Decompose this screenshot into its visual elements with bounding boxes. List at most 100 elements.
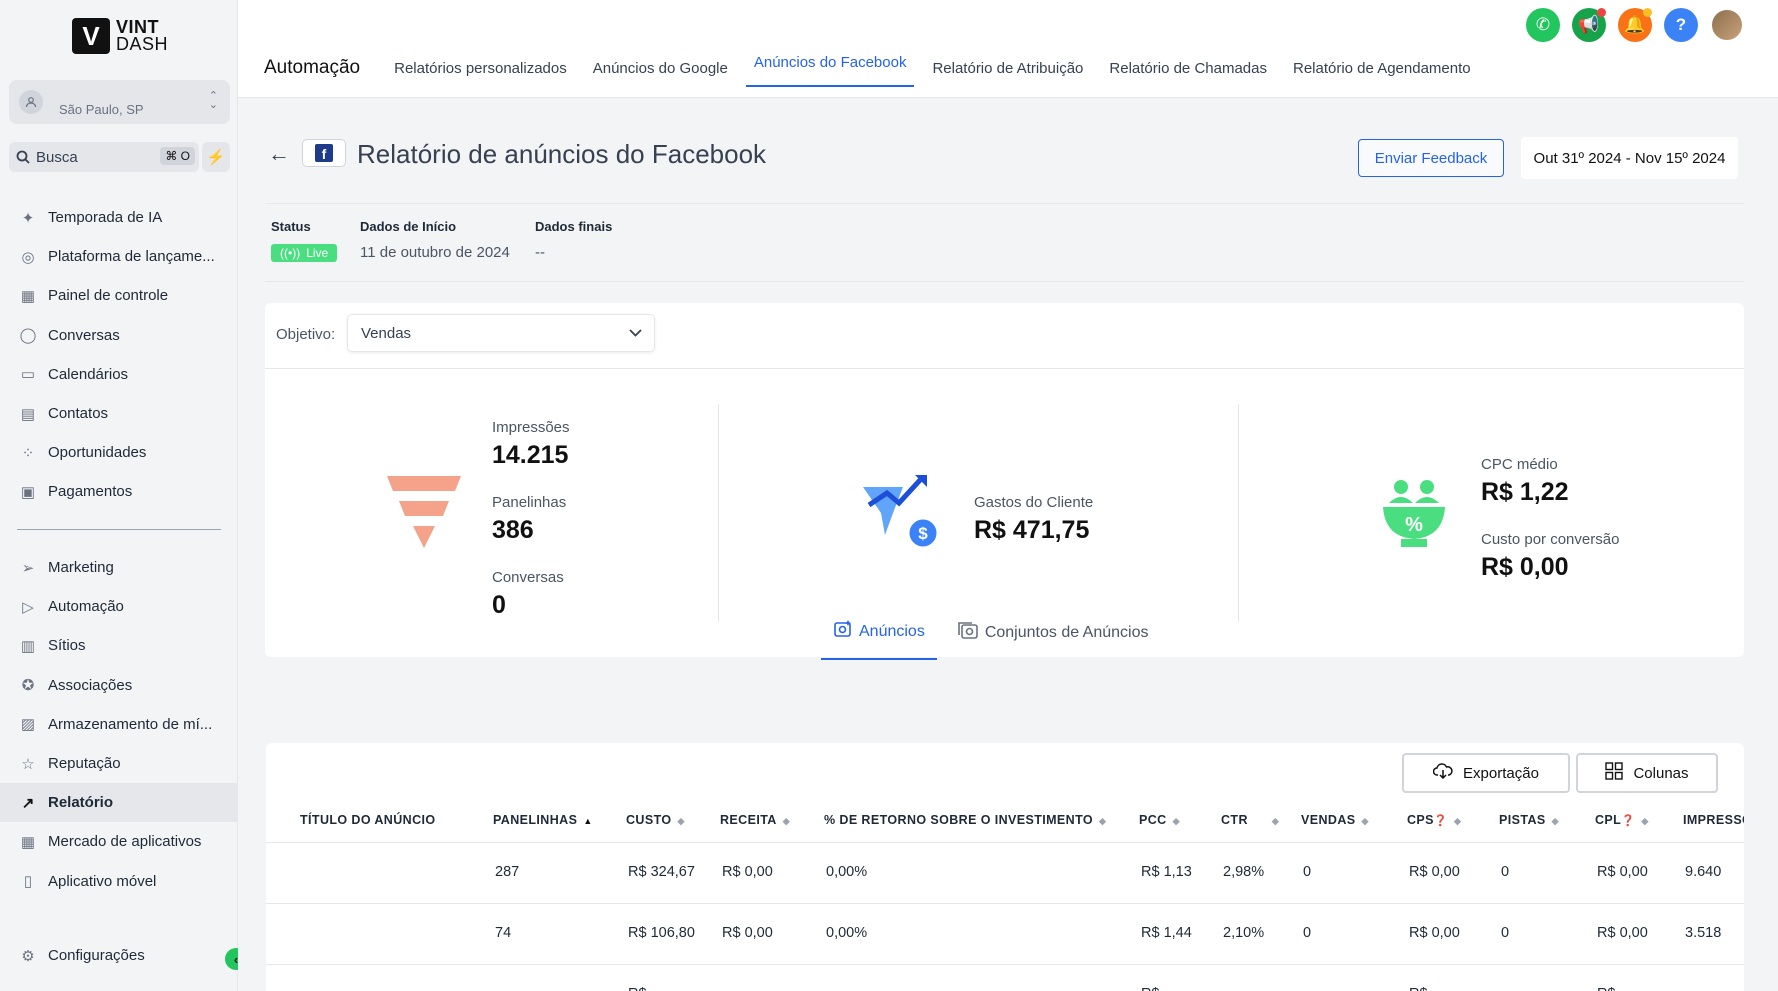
- avatar[interactable]: [1710, 8, 1744, 42]
- sidebar-item-calendars[interactable]: ▭ Calendários: [0, 355, 238, 394]
- col-ctr[interactable]: CTR ◆: [1217, 798, 1297, 842]
- col-sales[interactable]: Vendas ◆: [1297, 798, 1403, 842]
- tab-google-ads[interactable]: Anúncios do Google: [585, 60, 736, 87]
- website-icon: ▥: [20, 637, 36, 655]
- sort-icon[interactable]: ◆: [678, 816, 685, 826]
- export-button[interactable]: Exportação: [1402, 753, 1570, 793]
- columns-button[interactable]: Colunas: [1576, 753, 1718, 793]
- search-shortcut: ⌘ O: [160, 147, 195, 165]
- location-switcher[interactable]: São Paulo, SP ⌃ ⌄: [9, 80, 230, 124]
- sort-icon[interactable]: ◆: [1362, 816, 1369, 826]
- end-date-label: Dados finais: [535, 219, 613, 234]
- phone-icon[interactable]: ✆: [1526, 8, 1560, 42]
- tab-call-report[interactable]: Relatório de Chamadas: [1101, 60, 1275, 87]
- mobile-icon: ▯: [23, 873, 33, 891]
- search-input[interactable]: Busca ⌘ O: [9, 142, 199, 172]
- ad-set-icon: [957, 620, 979, 645]
- image-icon: ▨: [20, 716, 36, 734]
- notification-dot: [1597, 8, 1606, 17]
- help-circle-icon[interactable]: ❓: [1434, 815, 1448, 827]
- divider: [265, 203, 1744, 204]
- help-icon[interactable]: ?: [1664, 8, 1698, 42]
- search-placeholder: Busca: [36, 148, 78, 166]
- sidebar: V VINT DASH São Paulo, SP ⌃ ⌄ Busca ⌘ O ⚡…: [0, 0, 247, 991]
- col-clicks[interactable]: Panelinhas ▲: [489, 798, 622, 842]
- col-revenue[interactable]: Receita ◆: [716, 798, 820, 842]
- status-badge: ((•)) Live: [271, 244, 338, 262]
- payments-icon: ▣: [20, 483, 36, 501]
- sidebar-item-reporting[interactable]: ↗ Relatório: [0, 783, 238, 823]
- sidebar-item-reputation[interactable]: ☆ Reputação: [0, 744, 238, 783]
- col-cps[interactable]: CPS❓ ◆: [1403, 798, 1495, 842]
- sidebar-item-ai[interactable]: ✦ Temporada de IA: [0, 198, 238, 237]
- send-feedback-button[interactable]: Enviar Feedback: [1358, 139, 1504, 177]
- tab-attribution-report[interactable]: Relatório de Atribuição: [924, 60, 1091, 87]
- play-icon: ▷: [22, 598, 34, 616]
- sidebar-divider: [17, 529, 221, 530]
- tab-appointment-report[interactable]: Relatório de Agendamento: [1285, 60, 1479, 87]
- col-cost[interactable]: Custo ◆: [622, 798, 716, 842]
- impressions-value: 14.215: [492, 441, 569, 469]
- header-title: Automação: [264, 57, 361, 78]
- sort-icon[interactable]: ◆: [1272, 816, 1279, 826]
- col-ad-title[interactable]: Título do anúncio: [266, 798, 489, 842]
- sidebar-item-settings[interactable]: ⚙ Configurações: [0, 936, 238, 975]
- col-cpc[interactable]: PCC ◆: [1135, 798, 1217, 842]
- sidebar-item-opportunities[interactable]: ⁘ Oportunidades: [0, 433, 238, 472]
- bell-icon[interactable]: 🔔: [1618, 8, 1652, 42]
- sort-icon[interactable]: ◆: [783, 816, 790, 826]
- end-date-value: --: [535, 244, 545, 261]
- sidebar-item-dashboard[interactable]: ▦ Painel de controle: [0, 276, 238, 315]
- objective-select[interactable]: Vendas: [347, 314, 655, 352]
- sidebar-item-conversations[interactable]: ◯ Conversas: [0, 316, 238, 355]
- sidebar-item-payments[interactable]: ▣ Pagamentos: [0, 472, 238, 511]
- col-leads[interactable]: Pistas ◆: [1495, 798, 1591, 842]
- cloud-download-icon: [1432, 763, 1453, 783]
- megaphone-icon[interactable]: 📢: [1572, 8, 1606, 42]
- sidebar-item-media-storage[interactable]: ▨ Armazenamento de mí...: [0, 705, 238, 744]
- objective-label: Objetivo:: [276, 326, 336, 343]
- pipeline-icon: ⁘: [21, 444, 35, 462]
- contacts-icon: ▤: [20, 405, 36, 423]
- sidebar-item-marketing[interactable]: ➢ Marketing: [0, 548, 238, 587]
- tab-ads[interactable]: Anúncios: [821, 611, 937, 660]
- user-icon: [19, 90, 43, 114]
- sidebar-item-mobile-app[interactable]: ▯ Aplicativo móvel: [0, 862, 238, 901]
- sort-icon[interactable]: ◆: [1173, 816, 1180, 826]
- impressions-label: Impressões: [492, 419, 570, 436]
- sidebar-item-automation[interactable]: ▷ Automação: [0, 587, 238, 626]
- cpc-label: CPC médio: [1481, 456, 1558, 473]
- help-circle-icon[interactable]: ❓: [1621, 815, 1635, 827]
- sidebar-item-contacts[interactable]: ▤ Contatos: [0, 394, 238, 433]
- sort-desc-icon[interactable]: ▲: [583, 816, 592, 826]
- sidebar-item-launchpad[interactable]: ◎ Plataforma de lançame...: [0, 237, 238, 276]
- ads-table-card: Exportação Colunas Título do anúncio Pan…: [266, 743, 1744, 991]
- cost-per-conversion-label: Custo por conversão: [1481, 531, 1620, 548]
- col-roi[interactable]: % de retorno sobre o investimento ◆: [820, 798, 1135, 842]
- table-row[interactable]: 74 R$ 106,80 R$ 0,00 0,00% R$ 1,44 2,10%…: [266, 902, 1744, 964]
- date-range-picker[interactable]: Out 31º 2024 - Nov 15º 2024: [1521, 137, 1738, 179]
- tab-ad-sets[interactable]: Conjuntos de Anúncios: [945, 611, 1161, 660]
- badge-icon: ✪: [21, 677, 35, 695]
- sort-icon[interactable]: ◆: [1641, 816, 1648, 826]
- clicks-value: 386: [492, 516, 534, 544]
- tab-facebook-ads[interactable]: Anúncios do Facebook: [745, 54, 915, 87]
- sort-icon[interactable]: ◆: [1552, 816, 1559, 826]
- columns-icon: [1605, 762, 1624, 784]
- sort-icon[interactable]: ◆: [1099, 816, 1106, 826]
- table-row[interactable]: 287 R$ 324,67 R$ 0,00 0,00% R$ 1,13 2,98…: [266, 841, 1744, 903]
- logo[interactable]: V VINT DASH: [72, 18, 168, 54]
- conversions-value: 0: [492, 591, 506, 619]
- sidebar-item-app-marketplace[interactable]: ▦ Mercado de aplicativos: [0, 822, 238, 861]
- logo-mark: V: [72, 18, 110, 54]
- sort-icon[interactable]: ◆: [1454, 816, 1461, 826]
- tab-custom-reports[interactable]: Relatórios personalizados: [386, 60, 575, 87]
- table-row[interactable]: R$ R$ R$ R$: [266, 963, 1744, 991]
- bolt-icon[interactable]: ⚡: [202, 142, 230, 172]
- sidebar-item-sites[interactable]: ▥ Sítios: [0, 626, 238, 665]
- back-arrow-icon[interactable]: ←: [268, 141, 290, 167]
- sidebar-item-memberships[interactable]: ✪ Associações: [0, 666, 238, 705]
- col-impressions[interactable]: Impressõ: [1679, 798, 1744, 842]
- col-cpl[interactable]: CPL❓ ◆: [1591, 798, 1679, 842]
- facebook-icon: f: [302, 139, 346, 167]
